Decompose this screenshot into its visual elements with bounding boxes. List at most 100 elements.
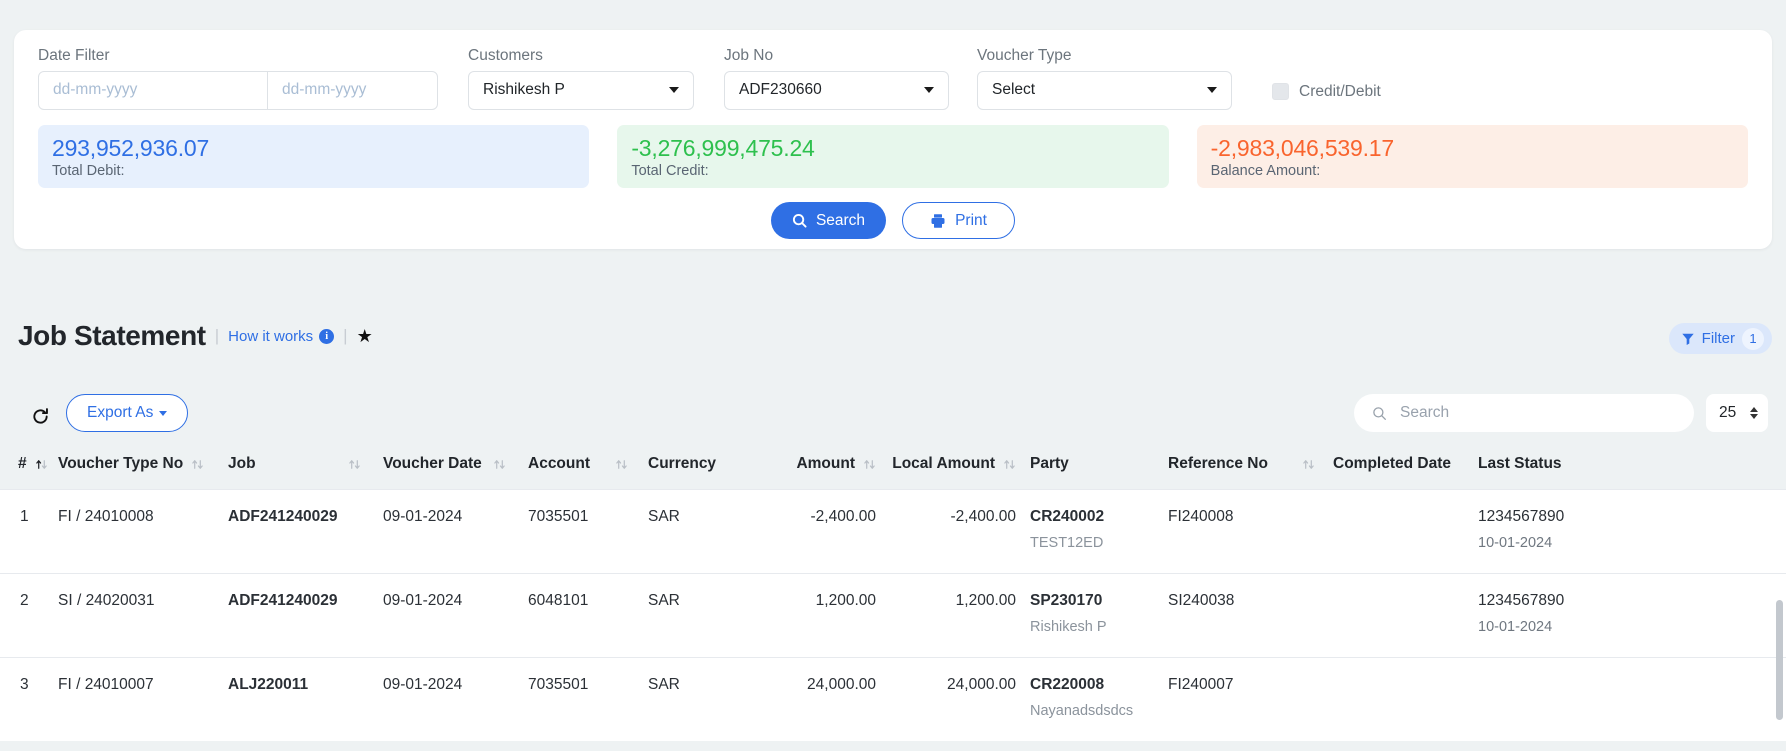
cell-amount: 1,200.00 xyxy=(758,573,876,658)
total-credit-label: Total Credit: xyxy=(631,163,709,180)
table-row[interactable]: 3 FI / 24010007 ALJ220011 09-01-2024 703… xyxy=(0,657,1786,741)
page-size-selector[interactable]: 25 xyxy=(1706,394,1768,432)
col-index[interactable]: # xyxy=(0,455,58,490)
customers-select[interactable]: Rishikesh P xyxy=(468,70,694,110)
total-credit-value: -3,276,999,475.24 xyxy=(631,135,815,161)
export-as-label: Export As xyxy=(87,404,154,421)
cell-currency: SAR xyxy=(648,657,758,741)
cell-party: CR240002 TEST12ED xyxy=(1016,489,1168,574)
col-reference-no[interactable]: Reference No xyxy=(1168,455,1333,490)
chevron-down-icon xyxy=(1207,87,1217,93)
col-account[interactable]: Account xyxy=(528,455,648,490)
col-voucher-type-no-label: Voucher Type No xyxy=(58,455,184,472)
job-no-selected-value: ADF230660 xyxy=(739,81,822,98)
cell-reference-no: SI240038 xyxy=(1168,573,1333,658)
col-account-label: Account xyxy=(528,455,590,472)
col-party: Party xyxy=(1016,455,1168,490)
how-it-works-link[interactable]: How it works xyxy=(228,328,313,345)
col-currency: Currency xyxy=(648,455,758,490)
col-voucher-date[interactable]: Voucher Date xyxy=(383,455,528,490)
voucher-type-field: Voucher Type Select xyxy=(977,48,1232,110)
info-icon[interactable]: i xyxy=(319,328,335,344)
credit-debit-label: Credit/Debit xyxy=(1299,82,1381,100)
favorite-star-icon[interactable]: ★ xyxy=(357,326,373,347)
title-divider: | xyxy=(214,326,220,345)
voucher-type-selected-value: Select xyxy=(992,81,1036,98)
col-job-label: Job xyxy=(228,455,256,472)
search-button[interactable]: Search xyxy=(771,202,886,239)
filter-toggle-button[interactable]: Filter 1 xyxy=(1668,323,1772,354)
col-local-amount[interactable]: Local Amount xyxy=(876,455,1016,490)
export-as-button[interactable]: Export As xyxy=(66,394,189,432)
title-divider-2: | xyxy=(343,326,348,345)
customers-label: Customers xyxy=(468,47,543,64)
chevron-down-icon xyxy=(924,87,934,93)
col-party-label: Party xyxy=(1030,455,1069,472)
cell-last-status-date: 10-01-2024 xyxy=(1478,619,1553,635)
filter-toggle-label: Filter xyxy=(1701,330,1735,347)
cell-party: CR220008 Nayanadsdsdcs xyxy=(1016,657,1168,741)
cell-last-status-value: 1234567890 xyxy=(1478,592,1565,609)
cell-last-status-date: 10-01-2024 xyxy=(1478,535,1553,551)
cell-currency: SAR xyxy=(648,573,758,658)
cell-account: 6048101 xyxy=(528,573,648,658)
table-row[interactable]: 1 FI / 24010008 ADF241240029 09-01-2024 … xyxy=(0,489,1786,574)
cell-index: 2 xyxy=(0,573,58,658)
job-statement-table-wrap: # Voucher Type No Job Voucher Date Accou… xyxy=(0,455,1786,751)
printer-icon xyxy=(931,213,945,228)
print-button-label: Print xyxy=(955,211,987,229)
cell-voucher-type-no: SI / 24020031 xyxy=(58,573,228,658)
date-filter-field: Date Filter xyxy=(38,48,438,110)
vertical-scrollbar-thumb[interactable] xyxy=(1776,600,1783,720)
cell-last-status: 1234567890 10-01-2024 xyxy=(1478,489,1786,574)
balance-amount-label: Balance Amount: xyxy=(1210,163,1321,180)
credit-debit-checkbox-wrap[interactable]: Credit/Debit xyxy=(1272,83,1381,110)
date-to-input[interactable] xyxy=(267,71,437,109)
balance-amount-value: -2,983,046,539.17 xyxy=(1210,135,1395,161)
search-icon xyxy=(1373,406,1386,420)
balance-amount-card: -2,983,046,539.17 Balance Amount: xyxy=(1196,125,1748,188)
cell-voucher-type-no: FI / 24010007 xyxy=(58,657,228,741)
voucher-type-label: Voucher Type xyxy=(977,47,1072,64)
col-reference-no-label: Reference No xyxy=(1168,455,1268,472)
cell-party-code: SP230170 xyxy=(1030,592,1103,609)
table-head: # Voucher Type No Job Voucher Date Accou… xyxy=(0,455,1786,490)
filters-row: Date Filter Customers Rishikesh P Job No… xyxy=(38,48,1748,110)
job-no-select[interactable]: ADF230660 xyxy=(724,70,949,110)
col-voucher-type-no[interactable]: Voucher Type No xyxy=(58,455,228,490)
funnel-icon xyxy=(1681,333,1694,345)
cell-party-code: CR220008 xyxy=(1030,676,1105,693)
cell-amount: -2,400.00 xyxy=(758,489,876,574)
print-button[interactable]: Print xyxy=(902,202,1015,239)
cell-party-code: CR240002 xyxy=(1030,508,1105,525)
col-index-label: # xyxy=(18,455,27,472)
col-last-status-label: Last Status xyxy=(1478,455,1562,472)
total-credit-card: -3,276,999,475.24 Total Credit: xyxy=(617,125,1169,188)
table-body: 1 FI / 24010008 ADF241240029 09-01-2024 … xyxy=(0,489,1786,741)
table-search-box[interactable] xyxy=(1354,394,1694,432)
cell-amount: 24,000.00 xyxy=(758,657,876,741)
col-amount[interactable]: Amount xyxy=(758,455,876,490)
cell-voucher-date: 09-01-2024 xyxy=(383,573,528,658)
cell-completed-date xyxy=(1333,657,1478,741)
cell-voucher-date: 09-01-2024 xyxy=(383,489,528,574)
sort-icon xyxy=(192,459,203,469)
cell-completed-date xyxy=(1333,489,1478,574)
cell-reference-no: FI240008 xyxy=(1168,489,1333,574)
cell-voucher-type-no: FI / 24010008 xyxy=(58,489,228,574)
refresh-button[interactable] xyxy=(24,400,56,432)
sort-icon xyxy=(494,459,505,469)
voucher-type-select[interactable]: Select xyxy=(977,70,1232,110)
date-from-input[interactable] xyxy=(39,71,267,109)
cell-party: SP230170 Rishikesh P xyxy=(1016,573,1168,658)
sort-icon xyxy=(1303,459,1314,469)
cell-job: ADF241240029 xyxy=(228,573,383,658)
table-search-input[interactable] xyxy=(1398,403,1676,423)
credit-debit-checkbox[interactable] xyxy=(1272,83,1289,100)
summary-cards: 293,952,936.07 Total Debit: -3,276,999,4… xyxy=(38,125,1748,188)
table-row[interactable]: 2 SI / 24020031 ADF241240029 09-01-2024 … xyxy=(0,573,1786,658)
cell-reference-no: FI240007 xyxy=(1168,657,1333,741)
cell-last-status: 1234567890 10-01-2024 xyxy=(1478,573,1786,658)
sort-icon xyxy=(349,459,360,469)
col-job[interactable]: Job xyxy=(228,455,383,490)
